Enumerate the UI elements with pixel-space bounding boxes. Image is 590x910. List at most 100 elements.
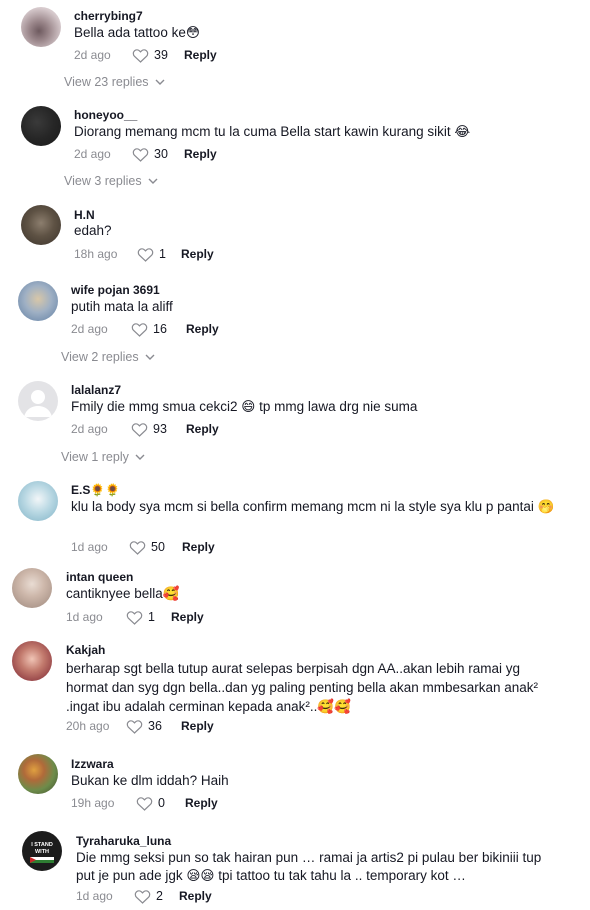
like-button[interactable]: 30: [132, 147, 184, 162]
comment-meta: 18h ago 1 Reply: [74, 245, 214, 263]
like-count: 50: [151, 540, 165, 554]
avatar[interactable]: [18, 754, 58, 794]
comment-text: Die mmg seksi pun so tak hairan pun … ra…: [76, 850, 542, 883]
comment-time: 1d ago: [71, 540, 108, 554]
like-button[interactable]: 39: [132, 48, 184, 63]
comment-time: 20h ago: [66, 719, 110, 733]
comment-text: klu la body sya mcm si bella confirm mem…: [71, 499, 555, 514]
reply-button[interactable]: Reply: [186, 322, 219, 336]
reply-button[interactable]: Reply: [186, 422, 219, 436]
like-button[interactable]: 2: [134, 889, 179, 904]
avatar[interactable]: [18, 481, 58, 521]
chevron-down-icon: [145, 354, 155, 360]
comment-text: Diorang memang mcm tu la cuma Bella star…: [74, 124, 471, 139]
heart-icon: [132, 147, 149, 162]
comment-username[interactable]: Tyraharuka_luna: [76, 834, 171, 848]
like-count: 30: [154, 147, 168, 161]
default-avatar-icon: [24, 390, 52, 417]
heart-icon: [132, 48, 149, 63]
avatar-badge-text: WITH: [35, 849, 49, 855]
like-count: 16: [153, 322, 167, 336]
like-button[interactable]: 50: [129, 540, 182, 555]
view-replies-button[interactable]: View 3 replies: [64, 174, 158, 188]
comment-username[interactable]: lalalanz7: [71, 383, 121, 397]
heart-icon: [131, 422, 148, 437]
reply-button[interactable]: Reply: [181, 719, 214, 733]
view-replies-label: View 3 replies: [64, 174, 142, 188]
avatar-badge-logo: I STAND WITH: [30, 842, 54, 863]
like-button[interactable]: 1: [137, 247, 181, 262]
like-button[interactable]: 93: [131, 422, 186, 437]
avatar[interactable]: [21, 7, 61, 47]
comment-text: putih mata la aliff: [71, 299, 173, 314]
comment-time: 2d ago: [71, 322, 108, 336]
reply-button[interactable]: Reply: [185, 796, 218, 810]
comment-time: 2d ago: [71, 422, 108, 436]
comment-username[interactable]: H.N: [74, 208, 95, 222]
comment-time: 18h ago: [74, 247, 118, 261]
comment-text: berharap sgt bella tutup aurat selepas b…: [66, 661, 539, 714]
comment-username[interactable]: E.S🌻🌻: [71, 483, 120, 497]
avatar-badge-text: I STAND: [31, 842, 53, 848]
view-replies-label: View 2 replies: [61, 350, 139, 364]
heart-icon: [134, 889, 151, 904]
comment-text: Bukan ke dlm iddah? Haih: [71, 773, 229, 788]
comment-meta: 1d ago 50 Reply: [71, 538, 215, 556]
comment-time: 2d ago: [74, 147, 111, 161]
chevron-down-icon: [148, 178, 158, 184]
heart-icon: [126, 610, 143, 625]
like-button[interactable]: 0: [136, 796, 185, 811]
avatar[interactable]: [12, 641, 52, 681]
reply-button[interactable]: Reply: [184, 147, 217, 161]
avatar[interactable]: [12, 568, 52, 608]
comment-meta: 2d ago 16 Reply: [71, 320, 219, 338]
heart-icon: [137, 247, 154, 262]
like-count: 0: [158, 796, 165, 810]
comment-time: 19h ago: [71, 796, 115, 810]
like-count: 93: [153, 422, 167, 436]
like-count: 36: [148, 719, 162, 733]
comment-time: 1d ago: [66, 610, 103, 624]
like-button[interactable]: 16: [131, 322, 186, 337]
avatar[interactable]: [18, 281, 58, 321]
like-count: 39: [154, 48, 168, 62]
comment-username[interactable]: wife pojan 3691: [71, 283, 160, 297]
comment-text: cantiknyee bella🥰: [66, 586, 180, 601]
comment-meta: 2d ago 39 Reply: [74, 46, 217, 64]
comment-meta: 2d ago 93 Reply: [71, 420, 219, 438]
heart-icon: [131, 322, 148, 337]
comment-username[interactable]: honeyoo__: [74, 108, 137, 122]
reply-button[interactable]: Reply: [181, 247, 214, 261]
like-count: 1: [148, 610, 155, 624]
like-button[interactable]: 1: [126, 610, 171, 625]
avatar[interactable]: [21, 205, 61, 245]
like-button[interactable]: 36: [126, 719, 181, 734]
avatar[interactable]: I STAND WITH: [22, 831, 62, 871]
reply-button[interactable]: Reply: [171, 610, 204, 624]
comment-time: 1d ago: [76, 889, 113, 903]
comment-meta: 2d ago 30 Reply: [74, 145, 217, 163]
view-replies-button[interactable]: View 23 replies: [64, 75, 165, 89]
comment-username[interactable]: cherrybing7: [74, 9, 143, 23]
view-replies-label: View 23 replies: [64, 75, 149, 89]
comment-meta: 1d ago 1 Reply: [66, 608, 204, 626]
heart-icon: [126, 719, 143, 734]
avatar[interactable]: [21, 106, 61, 146]
comment-text: Fmily die mmg smua cekci2 😄 tp mmg lawa …: [71, 399, 418, 414]
comment-username[interactable]: intan queen: [66, 570, 133, 584]
reply-button[interactable]: Reply: [179, 889, 212, 903]
comment-meta: 1d ago 2 Reply: [76, 887, 212, 905]
comment-meta: 19h ago 0 Reply: [71, 794, 218, 812]
reply-button[interactable]: Reply: [182, 540, 215, 554]
comment-time: 2d ago: [74, 48, 111, 62]
view-replies-button[interactable]: View 1 reply: [61, 450, 145, 464]
comment-username[interactable]: Kakjah: [66, 643, 105, 657]
comment-username[interactable]: Izzwara: [71, 757, 114, 771]
reply-button[interactable]: Reply: [184, 48, 217, 62]
heart-icon: [136, 796, 153, 811]
avatar[interactable]: [18, 381, 58, 421]
like-count: 2: [156, 889, 163, 903]
view-replies-label: View 1 reply: [61, 450, 129, 464]
view-replies-button[interactable]: View 2 replies: [61, 350, 155, 364]
chevron-down-icon: [155, 79, 165, 85]
